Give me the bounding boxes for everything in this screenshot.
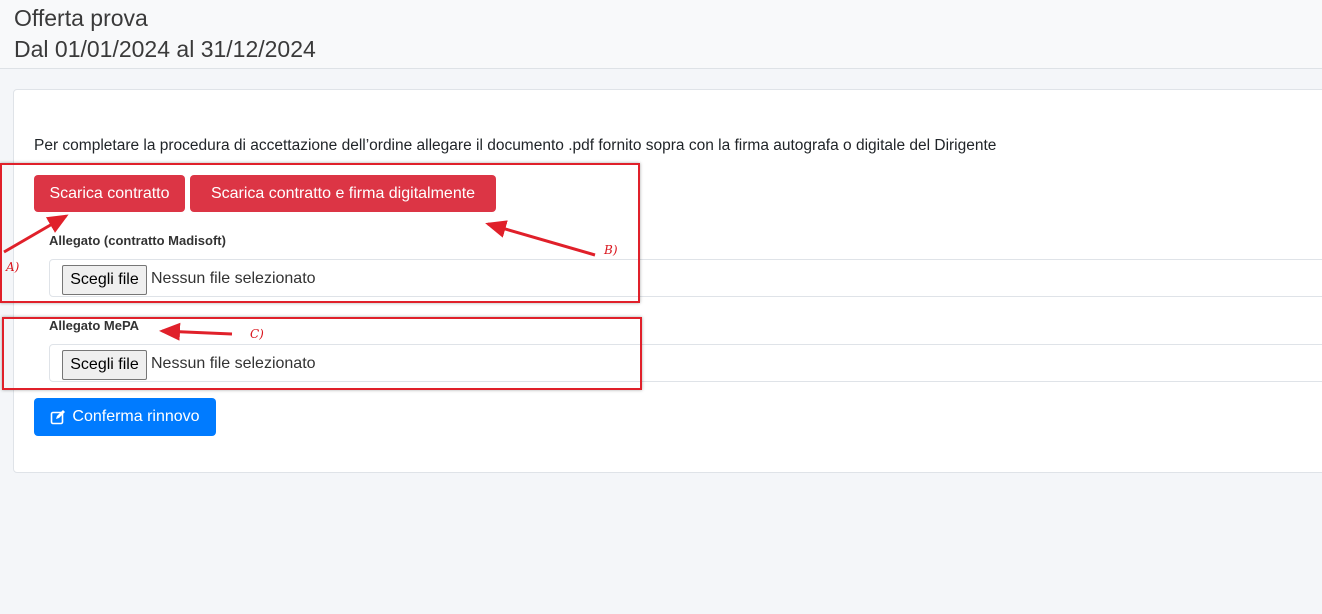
annotation-marker-b: B) — [604, 243, 618, 257]
page-period: Dal 01/01/2024 al 31/12/2024 — [14, 36, 316, 62]
page-title: Offerta prova — [14, 5, 148, 31]
confirm-renewal-button[interactable]: Conferma rinnovo — [34, 398, 216, 436]
instructions-text: Per completare la procedura di accettazi… — [34, 137, 997, 154]
edit-icon — [51, 410, 66, 425]
highlight-box-a — [0, 163, 640, 303]
page-header: Offerta prova Dal 01/01/2024 al 31/12/20… — [0, 0, 1322, 69]
confirm-renewal-label: Conferma rinnovo — [72, 408, 200, 425]
annotation-marker-a: A) — [6, 260, 20, 274]
annotation-marker-c: C) — [250, 327, 264, 341]
highlight-box-c — [2, 317, 642, 390]
